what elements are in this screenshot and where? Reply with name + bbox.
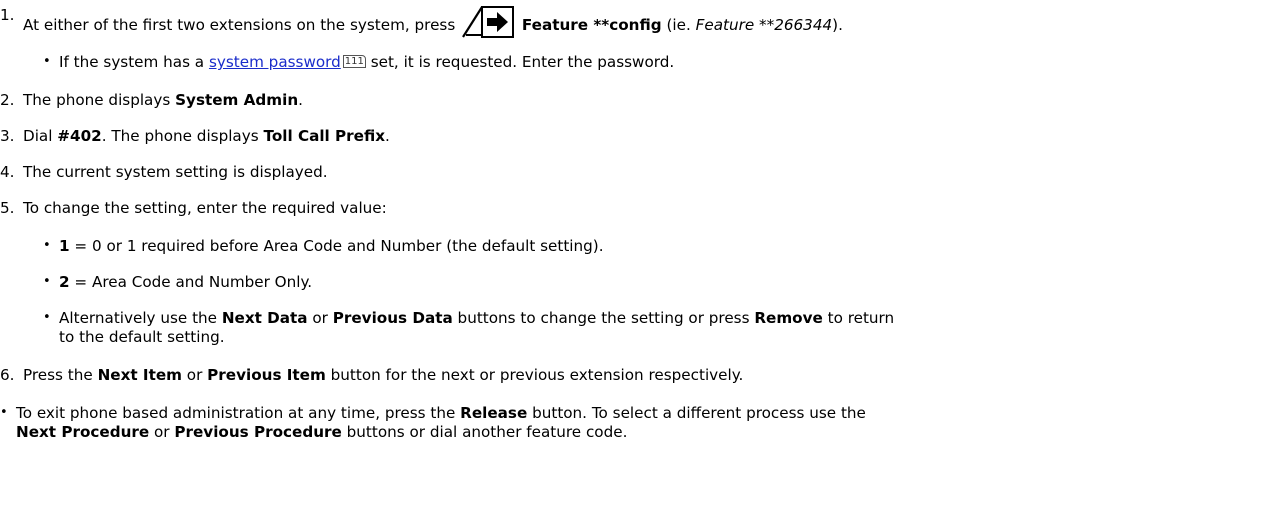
step-number: 4. <box>0 163 15 181</box>
bullet-icon: • <box>43 238 51 253</box>
step-text: To change the setting, enter the require… <box>23 199 387 217</box>
feature-button-icon <box>462 6 515 38</box>
step-number: 1. <box>0 6 15 24</box>
step-number: 3. <box>0 127 15 145</box>
step-number: 6. <box>0 366 15 384</box>
bullet-icon: • <box>43 54 51 69</box>
step-text: The current system setting is displayed. <box>23 163 328 181</box>
bullet-icon: • <box>43 310 51 325</box>
bullet-icon: • <box>0 405 8 420</box>
feature-config-example: Feature **266344 <box>695 16 833 34</box>
page-reference-icon[interactable]: 111 <box>342 55 366 68</box>
system-password-link[interactable]: system password <box>209 53 341 71</box>
step-number: 2. <box>0 91 15 109</box>
step-text: At either of the first two extensions on… <box>23 16 456 34</box>
bullet-icon: • <box>43 274 51 289</box>
feature-config-code: Feature **config <box>521 16 662 34</box>
step-number: 5. <box>0 199 15 217</box>
